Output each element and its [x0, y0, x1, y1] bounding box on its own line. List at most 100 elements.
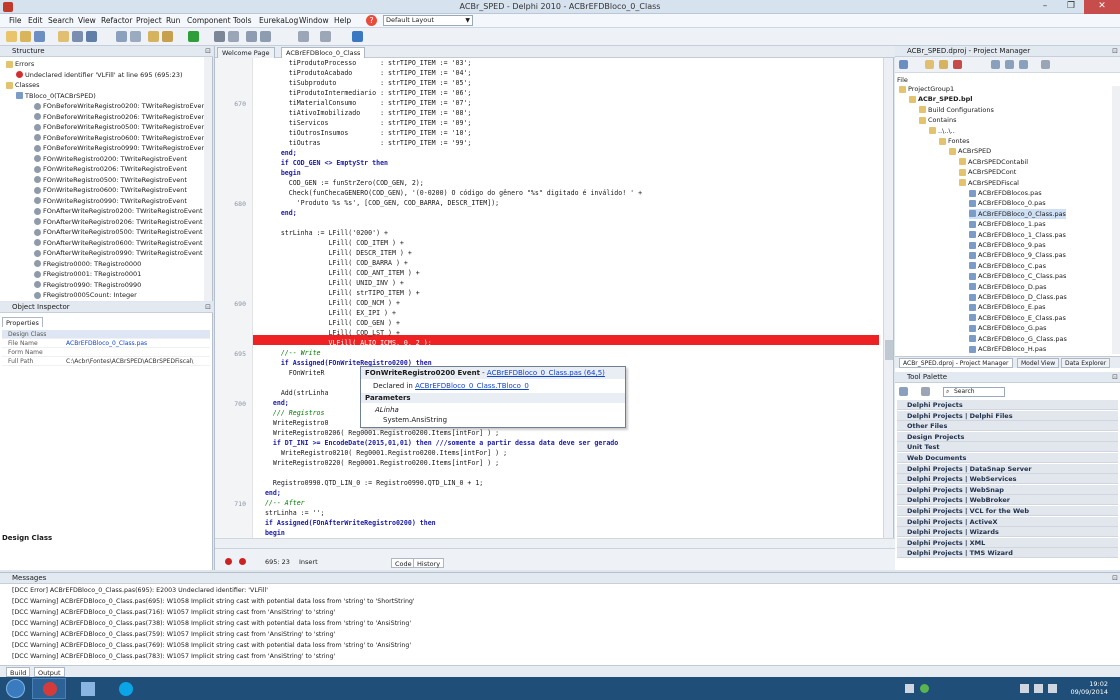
structure-tree-item[interactable]: FOnWriteRegistro0200: TWriteRegistroEven…	[34, 154, 187, 164]
menu-edit[interactable]: Edit	[28, 16, 43, 25]
structure-tree-item[interactable]: TBloco_0(TACBrSPED)	[16, 91, 96, 101]
expand-icon[interactable]	[1005, 60, 1014, 69]
save-all-icon[interactable]	[72, 31, 83, 42]
structure-tree-item[interactable]: FOnBeforeWriteRegistro0206: TWriteRegist…	[34, 112, 208, 122]
tab-code[interactable]: Code	[391, 558, 416, 568]
structure-tree-item[interactable]: FRegistro0001: TRegistro0001	[34, 269, 141, 279]
categories-icon[interactable]	[899, 387, 908, 396]
warning-message[interactable]: [DCC Warning] ACBrEFDBloco_0_Class.pas(7…	[12, 620, 411, 627]
back-icon[interactable]	[298, 31, 309, 42]
project-tree-item[interactable]: Contains	[919, 115, 956, 125]
save-icon[interactable]	[34, 31, 45, 42]
new-item-icon[interactable]	[925, 60, 934, 69]
project-tree-item[interactable]: ACBrSPEDContabil	[959, 157, 1028, 167]
project-tree-item[interactable]: ACBrEFDBloco_G.pas	[969, 323, 1047, 333]
project-tree-item[interactable]: Build Configurations	[919, 105, 994, 115]
tab-output[interactable]: Output	[34, 667, 65, 677]
project-tree-item[interactable]: ACBrEFDBloco_E.pas	[969, 302, 1046, 312]
tool-palette-category[interactable]: Delphi Projects	[897, 400, 1118, 410]
menu-project[interactable]: Project	[136, 16, 162, 25]
project-tree-item[interactable]: ACBrEFDBloco_C_Class.pas	[969, 271, 1066, 281]
warning-message[interactable]: [DCC Warning] ACBrEFDBloco_0_Class.pas(7…	[12, 653, 335, 660]
tool-palette-category[interactable]: Web Documents	[897, 453, 1118, 463]
structure-tree-item[interactable]: FOnAfterWriteRegistro0500: TWriteRegistr…	[34, 227, 203, 237]
structure-tree-item[interactable]: FOnAfterWriteRegistro0990: TWriteRegistr…	[34, 248, 203, 258]
structure-tree-item[interactable]: Undeclared identifier 'VLFill' at line 6…	[16, 70, 183, 80]
remove-file-icon[interactable]	[162, 31, 173, 42]
error-message[interactable]: [DCC Error] ACBrEFDBloco_0_Class.pas(695…	[12, 587, 268, 594]
run-icon[interactable]	[188, 31, 199, 42]
project-tree-item[interactable]: ACBrSPEDCont	[959, 167, 1016, 177]
tool-palette-search-input[interactable]: ⌕ Search	[943, 387, 1005, 397]
menu-help[interactable]: Help	[334, 16, 351, 25]
structure-tree-item[interactable]: FOnBeforeWriteRegistro0600: TWriteRegist…	[34, 133, 208, 143]
pin-icon[interactable]: ⊡	[1112, 372, 1118, 382]
tab-welcome-page[interactable]: Welcome Page	[217, 47, 275, 58]
project-tree-item[interactable]: ACBr_SPED.bpl	[909, 94, 973, 104]
project-tree-item[interactable]: ACBrEFDBloco_9_Class.pas	[969, 250, 1066, 260]
tool-palette-category[interactable]: Delphi Projects | WebBroker	[897, 495, 1118, 506]
project-tree-item[interactable]: Fontes	[939, 136, 970, 146]
structure-tree-item[interactable]: Errors	[6, 59, 34, 69]
tab-history[interactable]: History	[413, 558, 445, 568]
project-tree-item[interactable]: ACBrEFDBloco_C.pas	[969, 261, 1046, 271]
tab-properties[interactable]: Properties	[2, 317, 43, 327]
menu-run[interactable]: Run	[166, 16, 180, 25]
tool-palette-category[interactable]: Other Files	[897, 421, 1118, 432]
project-tree-item[interactable]: ACBrEFDBloco_1.pas	[969, 219, 1046, 229]
project-tree-item[interactable]: ACBrEFDBloco_0_Class.pas	[969, 208, 1066, 219]
structure-tree-item[interactable]: FOnBeforeWriteRegistro0200: TWriteRegist…	[34, 101, 208, 111]
menu-tools[interactable]: Tools	[233, 16, 251, 25]
tab-model-view[interactable]: Model View	[1017, 358, 1060, 368]
pin-icon[interactable]: ⊡	[205, 302, 211, 312]
project-tree-item[interactable]: ACBrSPED	[949, 146, 991, 156]
menu-search[interactable]: Search	[48, 16, 74, 25]
project-tree-item[interactable]: ACBrEFDBloco_1_Class.pas	[969, 230, 1066, 240]
project-tree-item[interactable]: ACBrEFDBloco_9.pas	[969, 240, 1046, 250]
tab-build[interactable]: Build	[6, 667, 31, 677]
help-icon[interactable]: ?	[366, 15, 377, 26]
prop-row[interactable]: Design Class	[2, 330, 210, 339]
open-icon[interactable]	[20, 31, 31, 42]
prop-row[interactable]: Full Path C:\Acbr\Fontes\ACBrSPED\ACBrSPE…	[2, 357, 210, 366]
tool-palette-category[interactable]: Delphi Projects | WebSnap	[897, 484, 1118, 495]
menu-file[interactable]: File	[9, 16, 22, 25]
structure-tree-item[interactable]: FRegistro0000: TRegistro0000	[34, 259, 141, 269]
project-tree-item[interactable]: ACBrEFDBloco_H.pas	[969, 344, 1046, 354]
record-macro-icon[interactable]	[225, 558, 232, 565]
tray-icon[interactable]	[905, 684, 914, 693]
tool-palette-category[interactable]: Delphi Projects | DataSnap Server	[897, 463, 1118, 474]
pause-icon[interactable]	[214, 31, 225, 42]
new-icon[interactable]	[6, 31, 17, 42]
project-tree-item[interactable]: ACBrEFDBlocos.pas	[969, 188, 1042, 198]
desktop-layout-select[interactable]: Default Layout ▼	[383, 15, 473, 26]
structure-tree-item[interactable]: FOnBeforeWriteRegistro0500: TWriteRegist…	[34, 122, 208, 132]
pin-icon[interactable]: ⊡	[1112, 573, 1118, 583]
tooltip-file-link[interactable]: ACBrEFDBloco_0_Class.pas (64,5)	[487, 369, 605, 377]
trace-into-icon[interactable]	[246, 31, 257, 42]
warning-message[interactable]: [DCC Warning] ACBrEFDBloco_0_Class.pas(6…	[12, 598, 415, 605]
add-file-icon[interactable]	[148, 31, 159, 42]
collapse-icon[interactable]	[1019, 60, 1028, 69]
maximize-button[interactable]: ❐	[1058, 0, 1084, 14]
prop-row[interactable]: Form Name	[2, 348, 210, 357]
menu-view[interactable]: View	[78, 16, 96, 25]
structure-scrollbar[interactable]	[204, 57, 212, 301]
structure-tree-item[interactable]: FRegistro0990: TRegistro0990	[34, 280, 141, 290]
tool-palette-category[interactable]: Delphi Projects | XML	[897, 537, 1118, 548]
project-tree-item[interactable]: ACBrEFDBloco_D_Class.pas	[969, 292, 1067, 302]
menu-window[interactable]: Window	[299, 16, 329, 25]
taskbar-skype[interactable]	[108, 678, 142, 699]
menu-eurekalog[interactable]: EurekaLog	[259, 16, 298, 25]
project-tree-item[interactable]: ACBrEFDBloco_G_Class.pas	[969, 334, 1067, 344]
structure-tree-item[interactable]: FOnWriteRegistro0206: TWriteRegistroEven…	[34, 164, 187, 174]
remove-icon[interactable]	[953, 60, 962, 69]
tool-palette-category[interactable]: Delphi Projects | VCL for the Web	[897, 506, 1118, 516]
tray-icon[interactable]	[920, 684, 929, 693]
project-options-icon[interactable]	[86, 31, 97, 42]
tool-palette-category[interactable]: Delphi Projects | ActiveX	[897, 516, 1118, 527]
pin-icon[interactable]: ⊡	[1112, 46, 1118, 56]
project-tree-item[interactable]: ACBrEFDBloco_0.pas	[969, 198, 1046, 208]
tab-acbrefdbloco-0-class[interactable]: ACBrEFDBloco_0_Class	[281, 47, 366, 58]
activate-icon[interactable]	[899, 60, 908, 69]
